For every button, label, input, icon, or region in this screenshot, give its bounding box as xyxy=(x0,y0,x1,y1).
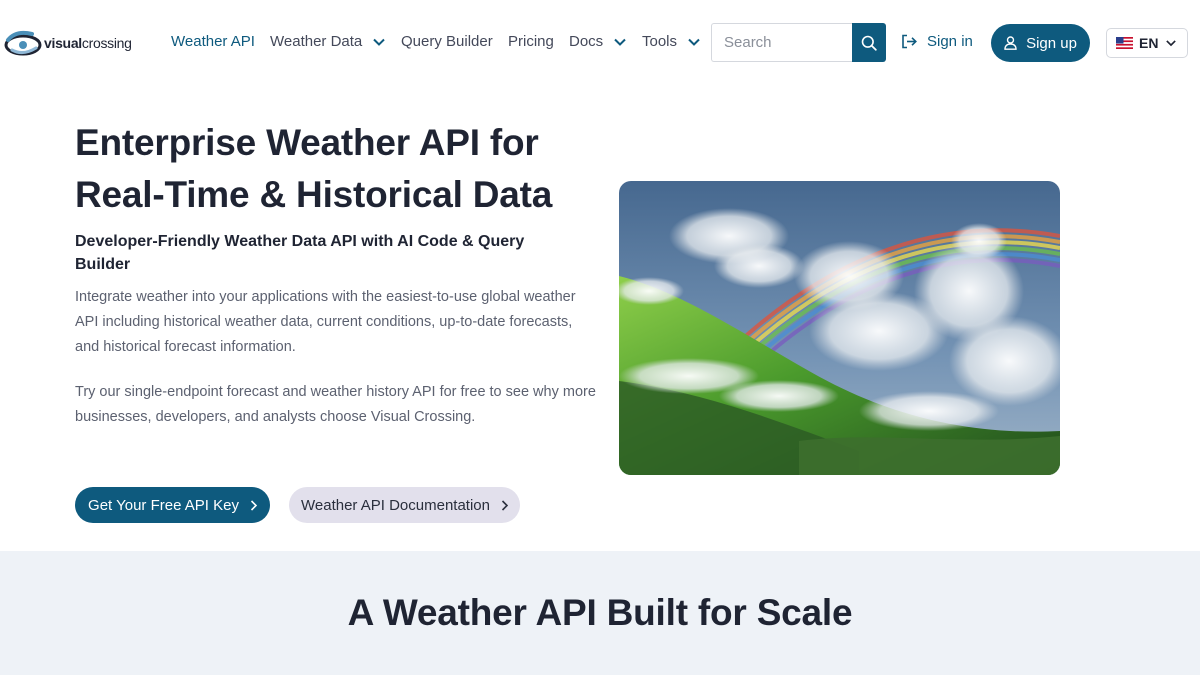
logo-wordmark: visualcrossing xyxy=(44,35,132,51)
language-selector[interactable]: EN xyxy=(1106,28,1188,58)
chevron-down-icon xyxy=(688,38,700,46)
nav-weather-api[interactable]: Weather API xyxy=(171,33,255,50)
nav-tools-label: Tools xyxy=(642,33,678,50)
nav-weather-api-label: Weather API xyxy=(171,33,255,50)
logo-swirl-icon xyxy=(4,30,42,56)
hero-call-to-try: Try our single-endpoint forecast and wea… xyxy=(75,384,596,425)
nav-weather-data-label: Weather Data xyxy=(270,33,363,50)
top-navigation: visualcrossing Weather API Weather Data … xyxy=(0,0,1200,86)
api-documentation-button[interactable]: Weather API Documentation xyxy=(289,487,520,523)
nav-docs-label: Docs xyxy=(569,33,604,50)
signup-button[interactable]: Sign up xyxy=(991,24,1090,62)
search-input[interactable] xyxy=(711,23,852,62)
scale-section-title: A Weather API Built for Scale xyxy=(347,592,853,633)
chevron-down-icon xyxy=(614,38,626,46)
nav-query-builder-label: Query Builder xyxy=(401,33,493,50)
api-documentation-label: Weather API Documentation xyxy=(301,496,490,514)
nav-docs[interactable]: Docs xyxy=(569,33,626,50)
rainbow-landscape-illustration xyxy=(619,181,1060,475)
signup-label: Sign up xyxy=(1026,34,1077,52)
user-icon xyxy=(1004,36,1017,50)
logo-wordmark-bold: visual xyxy=(44,35,82,51)
chevron-right-icon xyxy=(501,499,508,511)
nav-pricing-label: Pricing xyxy=(508,33,554,50)
hero-rainbow-image xyxy=(619,181,1060,475)
sign-in-icon xyxy=(902,34,917,49)
hero-subtitle: Developer-Friendly Weather Data API with… xyxy=(75,233,525,273)
nav-tools[interactable]: Tools xyxy=(642,33,700,50)
search-icon xyxy=(861,35,877,51)
nav-query-builder[interactable]: Query Builder xyxy=(401,33,493,50)
hero-description: Integrate weather into your applications… xyxy=(75,289,576,355)
get-free-api-key-button[interactable]: Get Your Free API Key xyxy=(75,487,270,523)
chevron-down-icon xyxy=(1166,40,1177,47)
chevron-down-icon xyxy=(373,38,385,46)
logo-wordmark-rest: crossing xyxy=(81,35,132,51)
language-label: EN xyxy=(1139,35,1159,51)
signin-link[interactable]: Sign in xyxy=(901,33,973,50)
search-button[interactable] xyxy=(852,23,886,62)
hero-title: Enterprise Weather API for Real-Time & H… xyxy=(75,122,553,215)
chevron-right-icon xyxy=(250,499,257,511)
nav-pricing[interactable]: Pricing xyxy=(508,33,554,50)
nav-weather-data[interactable]: Weather Data xyxy=(270,33,385,50)
get-free-api-key-label: Get Your Free API Key xyxy=(88,496,239,514)
us-flag-icon xyxy=(1116,37,1133,49)
search-form xyxy=(711,23,886,62)
signin-label: Sign in xyxy=(927,33,973,50)
visualcrossing-logo[interactable]: visualcrossing xyxy=(2,26,142,60)
